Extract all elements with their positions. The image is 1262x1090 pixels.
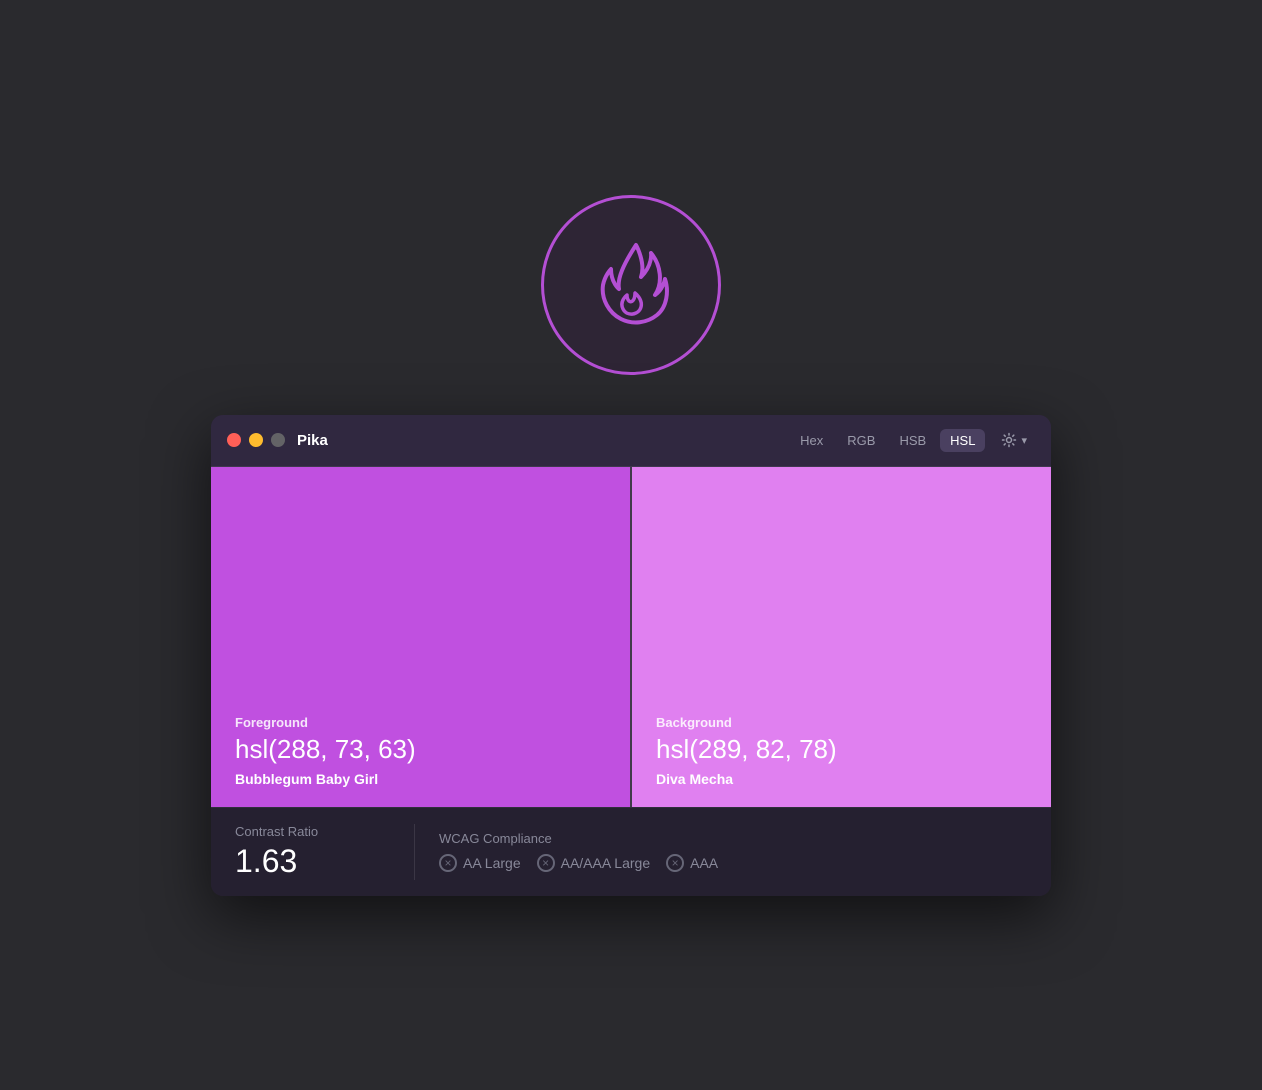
badge-aa-aaa-large-label: AA/AAA Large xyxy=(561,855,651,871)
badge-aa-large-label: AA Large xyxy=(463,855,521,871)
foreground-name: Bubblegum Baby Girl xyxy=(235,771,606,787)
background-swatch[interactable]: Background hsl(289, 82, 78) Diva Mecha xyxy=(632,467,1051,807)
contrast-label: Contrast Ratio xyxy=(235,824,390,839)
foreground-value: hsl(288, 73, 63) xyxy=(235,734,606,765)
fail-icon-aaa xyxy=(666,854,684,872)
badge-aa-large: AA Large xyxy=(439,854,521,872)
background-value: hsl(289, 82, 78) xyxy=(656,734,1027,765)
tab-hsb[interactable]: HSB xyxy=(889,429,936,452)
titlebar: Pika Hex RGB HSB HSL ▾ xyxy=(211,415,1051,467)
window-title: Pika xyxy=(297,432,790,449)
tab-rgb[interactable]: RGB xyxy=(837,429,885,452)
close-button[interactable] xyxy=(227,433,241,447)
gear-icon xyxy=(1001,432,1017,448)
fail-icon-aa-aaa-large xyxy=(537,854,555,872)
chevron-down-icon: ▾ xyxy=(1021,434,1027,447)
flame-icon xyxy=(581,235,681,335)
wcag-label: WCAG Compliance xyxy=(439,831,718,846)
maximize-button[interactable] xyxy=(271,433,285,447)
contrast-value: 1.63 xyxy=(235,843,390,880)
tab-hex[interactable]: Hex xyxy=(790,429,833,452)
traffic-lights xyxy=(227,433,285,447)
contrast-section: Contrast Ratio 1.63 xyxy=(235,824,415,880)
background-label: Background xyxy=(656,715,1027,730)
foreground-label: Foreground xyxy=(235,715,606,730)
wcag-section: WCAG Compliance AA Large AA/AAA Large AA… xyxy=(415,831,718,872)
settings-button[interactable]: ▾ xyxy=(993,428,1035,452)
minimize-button[interactable] xyxy=(249,433,263,447)
bottom-bar: Contrast Ratio 1.63 WCAG Compliance AA L… xyxy=(211,807,1051,896)
app-window: Pika Hex RGB HSB HSL ▾ Foreground hsl(28… xyxy=(211,415,1051,896)
background-name: Diva Mecha xyxy=(656,771,1027,787)
fail-icon-aa-large xyxy=(439,854,457,872)
color-swatches: Foreground hsl(288, 73, 63) Bubblegum Ba… xyxy=(211,467,1051,807)
badge-aa-aaa-large: AA/AAA Large xyxy=(537,854,651,872)
tab-hsl[interactable]: HSL xyxy=(940,429,985,452)
wcag-badges: AA Large AA/AAA Large AAA xyxy=(439,854,718,872)
foreground-swatch[interactable]: Foreground hsl(288, 73, 63) Bubblegum Ba… xyxy=(211,467,630,807)
badge-aaa: AAA xyxy=(666,854,718,872)
format-tabs: Hex RGB HSB HSL xyxy=(790,429,985,452)
app-icon xyxy=(541,195,721,375)
badge-aaa-label: AAA xyxy=(690,855,718,871)
